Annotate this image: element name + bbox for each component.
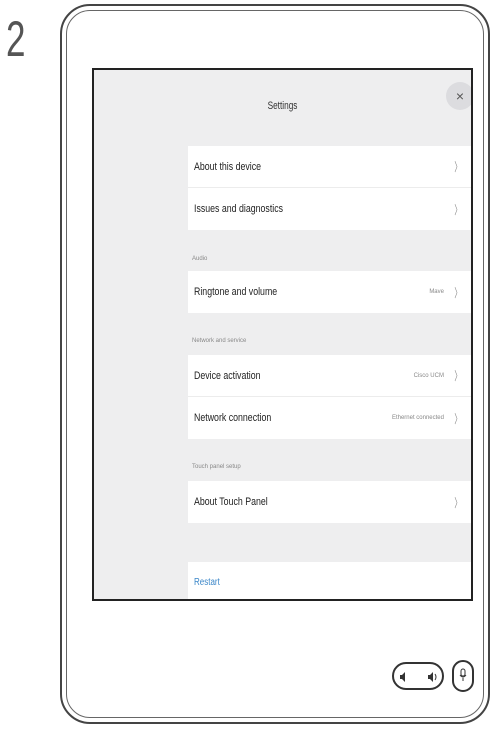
page-title: Settings [267, 100, 298, 112]
settings-item-network-connection[interactable]: Network connection Ethernet connected 〉 [188, 397, 471, 439]
settings-screen: Settings × About this device 〉 Issues an… [92, 68, 473, 601]
speaker-low-icon[interactable] [400, 672, 408, 684]
settings-item-label: About Touch Panel [194, 496, 268, 508]
section-label-touch-panel: Touch panel setup [192, 464, 241, 470]
mute-button[interactable] [452, 660, 474, 692]
section-label-audio: Audio [192, 256, 208, 262]
settings-item-about-this-device[interactable]: About this device 〉 [188, 146, 471, 188]
chevron-right-icon: 〉 [454, 411, 462, 426]
settings-item-device-activation[interactable]: Device activation Cisco UCM 〉 [188, 355, 471, 397]
settings-group-audio: Ringtone and volume Mave 〉 [188, 271, 471, 313]
microphone-icon [459, 668, 467, 685]
settings-item-value: Ethernet connected [391, 415, 444, 421]
step-number: 2 [6, 11, 26, 67]
section-label-network: Network and service [192, 338, 247, 344]
settings-group-general: About this device 〉 Issues and diagnosti… [188, 146, 471, 230]
close-button[interactable]: × [446, 82, 471, 110]
chevron-right-icon: 〉 [454, 285, 462, 300]
settings-item-value: Cisco UCM [413, 372, 444, 379]
settings-group-touch-panel: About Touch Panel 〉 [188, 481, 471, 523]
chevron-right-icon: 〉 [454, 202, 462, 217]
settings-item-ringtone-and-volume[interactable]: Ringtone and volume Mave 〉 [188, 271, 471, 313]
settings-item-label: About this device [194, 160, 262, 173]
settings-item-about-touch-panel[interactable]: About Touch Panel 〉 [188, 481, 471, 523]
settings-group-network: Device activation Cisco UCM 〉 Network co… [188, 355, 471, 439]
restart-button[interactable]: Restart [188, 562, 471, 599]
volume-control-button[interactable] [392, 662, 444, 690]
chevron-right-icon: 〉 [454, 495, 462, 510]
settings-item-issues-and-diagnostics[interactable]: Issues and diagnostics 〉 [188, 188, 471, 230]
chevron-right-icon: 〉 [454, 369, 462, 383]
settings-item-label: Issues and diagnostics [194, 203, 284, 215]
close-icon: × [455, 88, 465, 104]
settings-item-label: Ringtone and volume [194, 286, 278, 298]
settings-item-value: Mave [429, 289, 444, 295]
speaker-high-icon[interactable] [428, 672, 438, 684]
restart-label: Restart [194, 576, 220, 588]
settings-item-label: Network connection [194, 412, 272, 424]
settings-item-label: Device activation [194, 369, 261, 382]
chevron-right-icon: 〉 [454, 160, 462, 174]
